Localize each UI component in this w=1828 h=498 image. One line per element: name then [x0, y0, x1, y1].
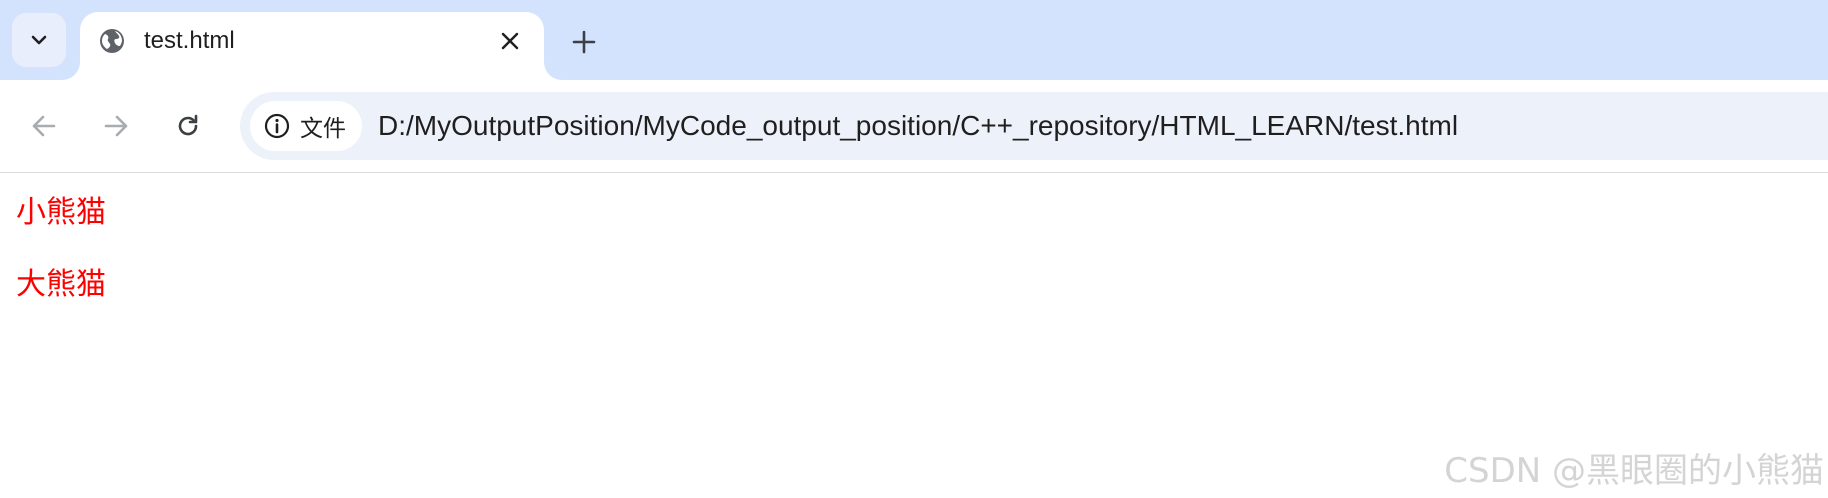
forward-button[interactable]: [96, 106, 136, 146]
new-tab-button[interactable]: [566, 24, 602, 60]
csdn-watermark: CSDN @黑眼圈的小熊猫: [1444, 451, 1824, 491]
reload-icon: [178, 114, 198, 136]
globe-icon: [100, 29, 124, 53]
arrow-left-icon: [32, 115, 56, 137]
chevron-down-icon: [31, 35, 47, 45]
tab-search-button[interactable]: [12, 13, 66, 67]
back-button[interactable]: [24, 106, 64, 146]
info-icon: [264, 113, 290, 139]
plus-icon: [572, 30, 596, 54]
tab-strip: test.html: [0, 0, 1828, 80]
url-text[interactable]: D:/MyOutputPosition/MyCode_output_positi…: [378, 110, 1458, 142]
address-bar[interactable]: 文件 D:/MyOutputPosition/MyCode_output_pos…: [240, 92, 1828, 160]
browser-window: test.html 文件 D:/MyOutputPosition/MyCode_…: [0, 0, 1828, 498]
text-line-giant-panda: 大熊猫: [16, 267, 106, 302]
page-content: 小熊猫 大熊猫 CSDN @黑眼圈的小熊猫: [0, 173, 1828, 498]
text-line-small-panda: 小熊猫: [16, 195, 106, 230]
toolbar: 文件 D:/MyOutputPosition/MyCode_output_pos…: [0, 80, 1828, 173]
site-info-chip[interactable]: 文件: [250, 101, 362, 151]
arrow-right-icon: [104, 115, 128, 137]
tab-title: test.html: [144, 27, 235, 54]
site-info-label: 文件: [300, 116, 346, 142]
tab-active[interactable]: test.html: [80, 12, 544, 80]
reload-button[interactable]: [168, 106, 208, 146]
close-icon: [501, 32, 519, 50]
tab-close-button[interactable]: [495, 26, 525, 56]
